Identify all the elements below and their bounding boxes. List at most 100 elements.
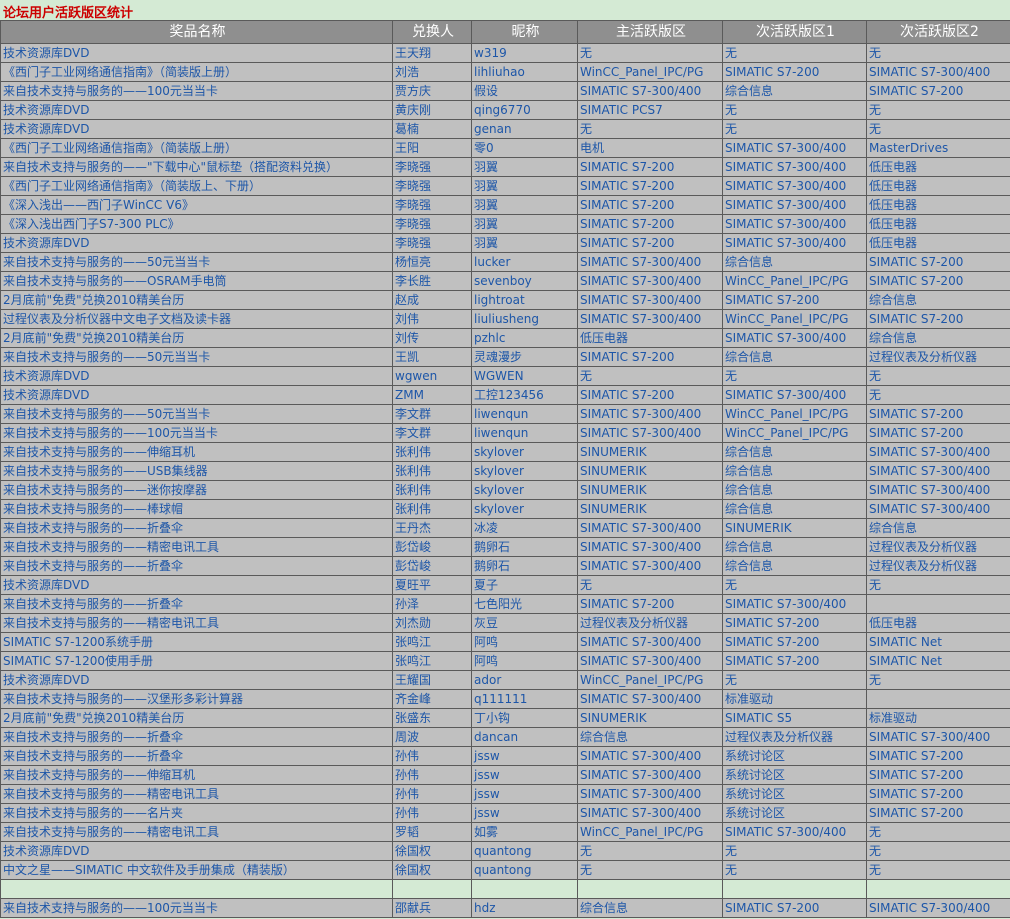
cell-redeemer: 刘伟 (392, 309, 472, 329)
table-row: 技术资源库DVD ZMM 工控123456 SIMATIC S7-200 SIMATIC… (0, 385, 1010, 405)
cell-nickname: 羽翼 (471, 214, 578, 234)
cell-prize: 过程仪表及分析仪器中文电子文档及读卡器 (0, 309, 393, 329)
cell-prize: 来自技术支持与服务的——折叠伞 (0, 556, 393, 576)
cell-secondary-forum-1: WinCC_Panel_IPC/PG (722, 271, 867, 291)
cell-nickname: skylover (471, 461, 578, 481)
cell-secondary-forum-1: 综合信息 (722, 499, 867, 519)
cell-nickname: lihliuhao (471, 62, 578, 82)
cell-secondary-forum-1: 无 (722, 100, 867, 120)
cell-redeemer: 孙伟 (392, 784, 472, 804)
cell-secondary-forum-1: 综合信息 (722, 442, 867, 462)
cell-prize: 《西门子工业网络通信指南》（简装版上册） (0, 62, 393, 82)
cell-secondary-forum-1: SIMATIC S7-200 (722, 290, 867, 310)
cell-prize: 技术资源库DVD (0, 366, 393, 386)
cell-nickname: 羽翼 (471, 195, 578, 215)
cell-secondary-forum-2: 无 (866, 43, 1010, 63)
cell-secondary-forum-1: SIMATIC S7-300/400 (722, 138, 867, 158)
cell-secondary-forum-1: SIMATIC S7-200 (722, 62, 867, 82)
cell-prize: SIMATIC S7-1200使用手册 (0, 651, 393, 671)
cell-secondary-forum-1: 系统讨论区 (722, 803, 867, 823)
cell-secondary-forum-2: 综合信息 (866, 290, 1010, 310)
cell-secondary-forum-2: 低压电器 (866, 613, 1010, 633)
cell-secondary-forum-1: SINUMERIK (722, 518, 867, 538)
cell-nickname: jssw (471, 784, 578, 804)
cell-main-forum: 无 (577, 119, 723, 139)
cell-prize: 来自技术支持与服务的——折叠伞 (0, 727, 393, 747)
cell-secondary-forum-2: SIMATIC S7-200 (866, 803, 1010, 823)
cell-secondary-forum-2: SIMATIC S7-200 (866, 746, 1010, 766)
cell-prize: 《深入浅出西门子S7-300 PLC》 (0, 214, 393, 234)
cell-redeemer: 徐国权 (392, 841, 472, 861)
table-row (0, 879, 1010, 899)
cell-redeemer: 刘杰勋 (392, 613, 472, 633)
cell-secondary-forum-1: 无 (722, 670, 867, 690)
cell-secondary-forum-2: 无 (866, 575, 1010, 595)
cell-redeemer: 杨恒亮 (392, 252, 472, 272)
table-row: 来自技术支持与服务的——精密电讯工具 彭岱峻 鹅卵石 SIMATIC S7-300/4… (0, 537, 1010, 557)
table-row: 来自技术支持与服务的——折叠伞 彭岱峻 鹅卵石 SIMATIC S7-300/400 综… (0, 556, 1010, 576)
cell-secondary-forum-1: SIMATIC S7-300/400 (722, 233, 867, 253)
cell-main-forum: SIMATIC S7-200 (577, 347, 723, 367)
cell-prize: 来自技术支持与服务的——迷你按摩器 (0, 480, 393, 500)
cell-prize: 2月底前"免费"兑换2010精美台历 (0, 290, 393, 310)
cell-secondary-forum-2: 无 (866, 860, 1010, 880)
activity-table: 奖品名称 兑换人 昵称 主活跃版区 次活跃版区1 次活跃版区2 技术资源库DVD… (0, 20, 1010, 918)
table-row: 来自技术支持与服务的——折叠伞 周波 dancan 综合信息 过程仪表及分析仪器 SIMA… (0, 727, 1010, 747)
cell-secondary-forum-2: 低压电器 (866, 195, 1010, 215)
cell-prize: 技术资源库DVD (0, 233, 393, 253)
cell-secondary-forum-1: 无 (722, 43, 867, 63)
cell-main-forum: WinCC_Panel_IPC/PG (577, 822, 723, 842)
cell-main-forum: 过程仪表及分析仪器 (577, 613, 723, 633)
cell-main-forum: SINUMERIK (577, 499, 723, 519)
cell-redeemer: 彭岱峻 (392, 556, 472, 576)
table-row: 来自技术支持与服务的——精密电讯工具 罗韬 如雾 WinCC_Panel_IPC/PG… (0, 822, 1010, 842)
cell-nickname: 七色阳光 (471, 594, 578, 614)
cell-nickname: quantong (471, 841, 578, 861)
table-row: 来自技术支持与服务的——50元当当卡 王凯 灵魂漫步 SIMATIC S7-200 综合… (0, 347, 1010, 367)
cell-nickname: 阿鸣 (471, 651, 578, 671)
cell-secondary-forum-1: WinCC_Panel_IPC/PG (722, 423, 867, 443)
cell-redeemer: 张利伟 (392, 442, 472, 462)
cell-main-forum: SINUMERIK (577, 708, 723, 728)
cell-redeemer: 赵成 (392, 290, 472, 310)
cell-redeemer: 孙伟 (392, 746, 472, 766)
cell-main-forum: SIMATIC S7-300/400 (577, 271, 723, 291)
cell-secondary-forum-2: 标准驱动 (866, 708, 1010, 728)
cell-nickname: skylover (471, 499, 578, 519)
cell-secondary-forum-2: 无 (866, 366, 1010, 386)
table-row: 过程仪表及分析仪器中文电子文档及读卡器 刘伟 liuliusheng SIMATIC … (0, 309, 1010, 329)
cell-prize: 来自技术支持与服务的——折叠伞 (0, 594, 393, 614)
cell-redeemer: 李晓强 (392, 214, 472, 234)
cell-nickname: 零0 (471, 138, 578, 158)
cell-nickname: 冰凌 (471, 518, 578, 538)
cell-main-forum: SINUMERIK (577, 480, 723, 500)
cell-secondary-forum-2: SIMATIC S7-300/400 (866, 461, 1010, 481)
cell-nickname: 鹅卵石 (471, 537, 578, 557)
cell-redeemer: 黄庆刚 (392, 100, 472, 120)
cell-main-forum: SIMATIC S7-300/400 (577, 252, 723, 272)
cell-secondary-forum-1: 系统讨论区 (722, 746, 867, 766)
cell-prize: 《西门子工业网络通信指南》（简装版上、下册） (0, 176, 393, 196)
cell-prize: 技术资源库DVD (0, 43, 393, 63)
table-row: 技术资源库DVD 夏旺平 夏子无无无 (0, 575, 1010, 595)
col-header-prize: 奖品名称 (0, 20, 393, 44)
cell-redeemer: 李晓强 (392, 233, 472, 253)
cell-redeemer (392, 879, 472, 899)
cell-main-forum: SIMATIC S7-300/400 (577, 746, 723, 766)
cell-redeemer: 徐国权 (392, 860, 472, 880)
cell-main-forum: 无 (577, 575, 723, 595)
cell-prize: 技术资源库DVD (0, 575, 393, 595)
cell-prize: 技术资源库DVD (0, 841, 393, 861)
cell-main-forum: SIMATIC S7-200 (577, 594, 723, 614)
cell-main-forum: SIMATIC S7-300/400 (577, 404, 723, 424)
cell-main-forum: 综合信息 (577, 727, 723, 747)
cell-prize: 来自技术支持与服务的——USB集线器 (0, 461, 393, 481)
col-header-main-forum: 主活跃版区 (577, 20, 723, 44)
cell-main-forum: SIMATIC S7-300/400 (577, 803, 723, 823)
cell-prize: 来自技术支持与服务的——精密电讯工具 (0, 784, 393, 804)
table-row: 技术资源库DVD 李晓强 羽翼 SIMATIC S7-200 SIMATIC S7-30… (0, 233, 1010, 253)
cell-redeemer: wgwen (392, 366, 472, 386)
cell-prize: 来自技术支持与服务的——伸缩耳机 (0, 442, 393, 462)
cell-prize: 来自技术支持与服务的——精密电讯工具 (0, 822, 393, 842)
cell-main-forum: 综合信息 (577, 898, 723, 918)
